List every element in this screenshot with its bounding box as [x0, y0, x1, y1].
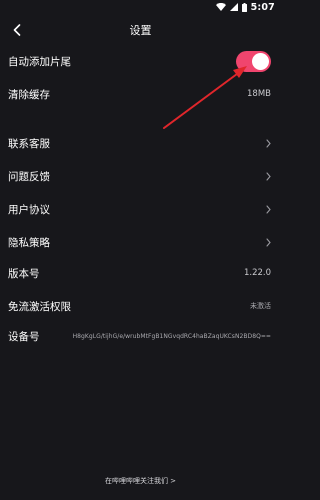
user-agreement-label: 用户协议	[8, 203, 50, 216]
chevron-right-icon	[266, 171, 271, 181]
follow-us-link[interactable]: 在哔哩哔哩关注我们 >	[0, 476, 281, 486]
feedback-label: 问题反馈	[8, 170, 50, 183]
clear-cache-label: 清除缓存	[8, 88, 50, 101]
version-label: 版本号	[8, 267, 40, 280]
toggle-knob	[252, 52, 269, 70]
chevron-right-icon	[266, 204, 271, 214]
cache-size-value: 18MB	[247, 89, 271, 99]
device-id-row: 设备号 H8gKgLG/tijhG/e/wrubMtFgB1NGvqdRC4ha…	[0, 321, 281, 351]
contact-service-label: 联系客服	[8, 137, 50, 150]
free-activation-label: 免流激活权限	[8, 300, 71, 313]
chevron-right-icon	[266, 237, 271, 247]
feedback-row[interactable]: 问题反馈	[0, 161, 281, 191]
settings-screen: 5:07 设置 自动添加片尾 清除缓存 18MB 联系客服 问题反馈 用户协议 …	[0, 0, 281, 500]
status-time: 5:07	[250, 1, 275, 13]
privacy-policy-row[interactable]: 隐私策略	[0, 227, 281, 257]
status-bar: 5:07	[0, 0, 281, 14]
header: 设置	[0, 16, 281, 44]
user-agreement-row[interactable]: 用户协议	[0, 194, 281, 224]
activation-status-value: 未激活	[250, 302, 271, 310]
privacy-policy-label: 隐私策略	[8, 236, 50, 249]
version-row: 版本号 1.22.0	[0, 258, 281, 288]
battery-icon	[241, 2, 247, 12]
free-activation-row[interactable]: 免流激活权限 未激活	[0, 291, 281, 321]
device-id-label: 设备号	[8, 330, 40, 343]
version-value: 1.22.0	[243, 268, 271, 278]
signal-icon	[229, 3, 238, 11]
clear-cache-row[interactable]: 清除缓存 18MB	[0, 79, 281, 109]
auto-add-tail-label: 自动添加片尾	[8, 55, 71, 68]
chevron-right-icon	[266, 138, 271, 148]
auto-add-tail-row: 自动添加片尾	[0, 46, 281, 76]
page-title: 设置	[129, 24, 152, 37]
auto-add-tail-toggle[interactable]	[236, 50, 271, 72]
wifi-icon	[215, 3, 226, 11]
device-id-value: H8gKgLG/tijhG/e/wrubMtFgB1NGvqdRC4haBZaq…	[72, 332, 271, 340]
back-button[interactable]	[6, 18, 28, 42]
contact-service-row[interactable]: 联系客服	[0, 128, 281, 158]
chevron-left-icon	[13, 21, 21, 40]
